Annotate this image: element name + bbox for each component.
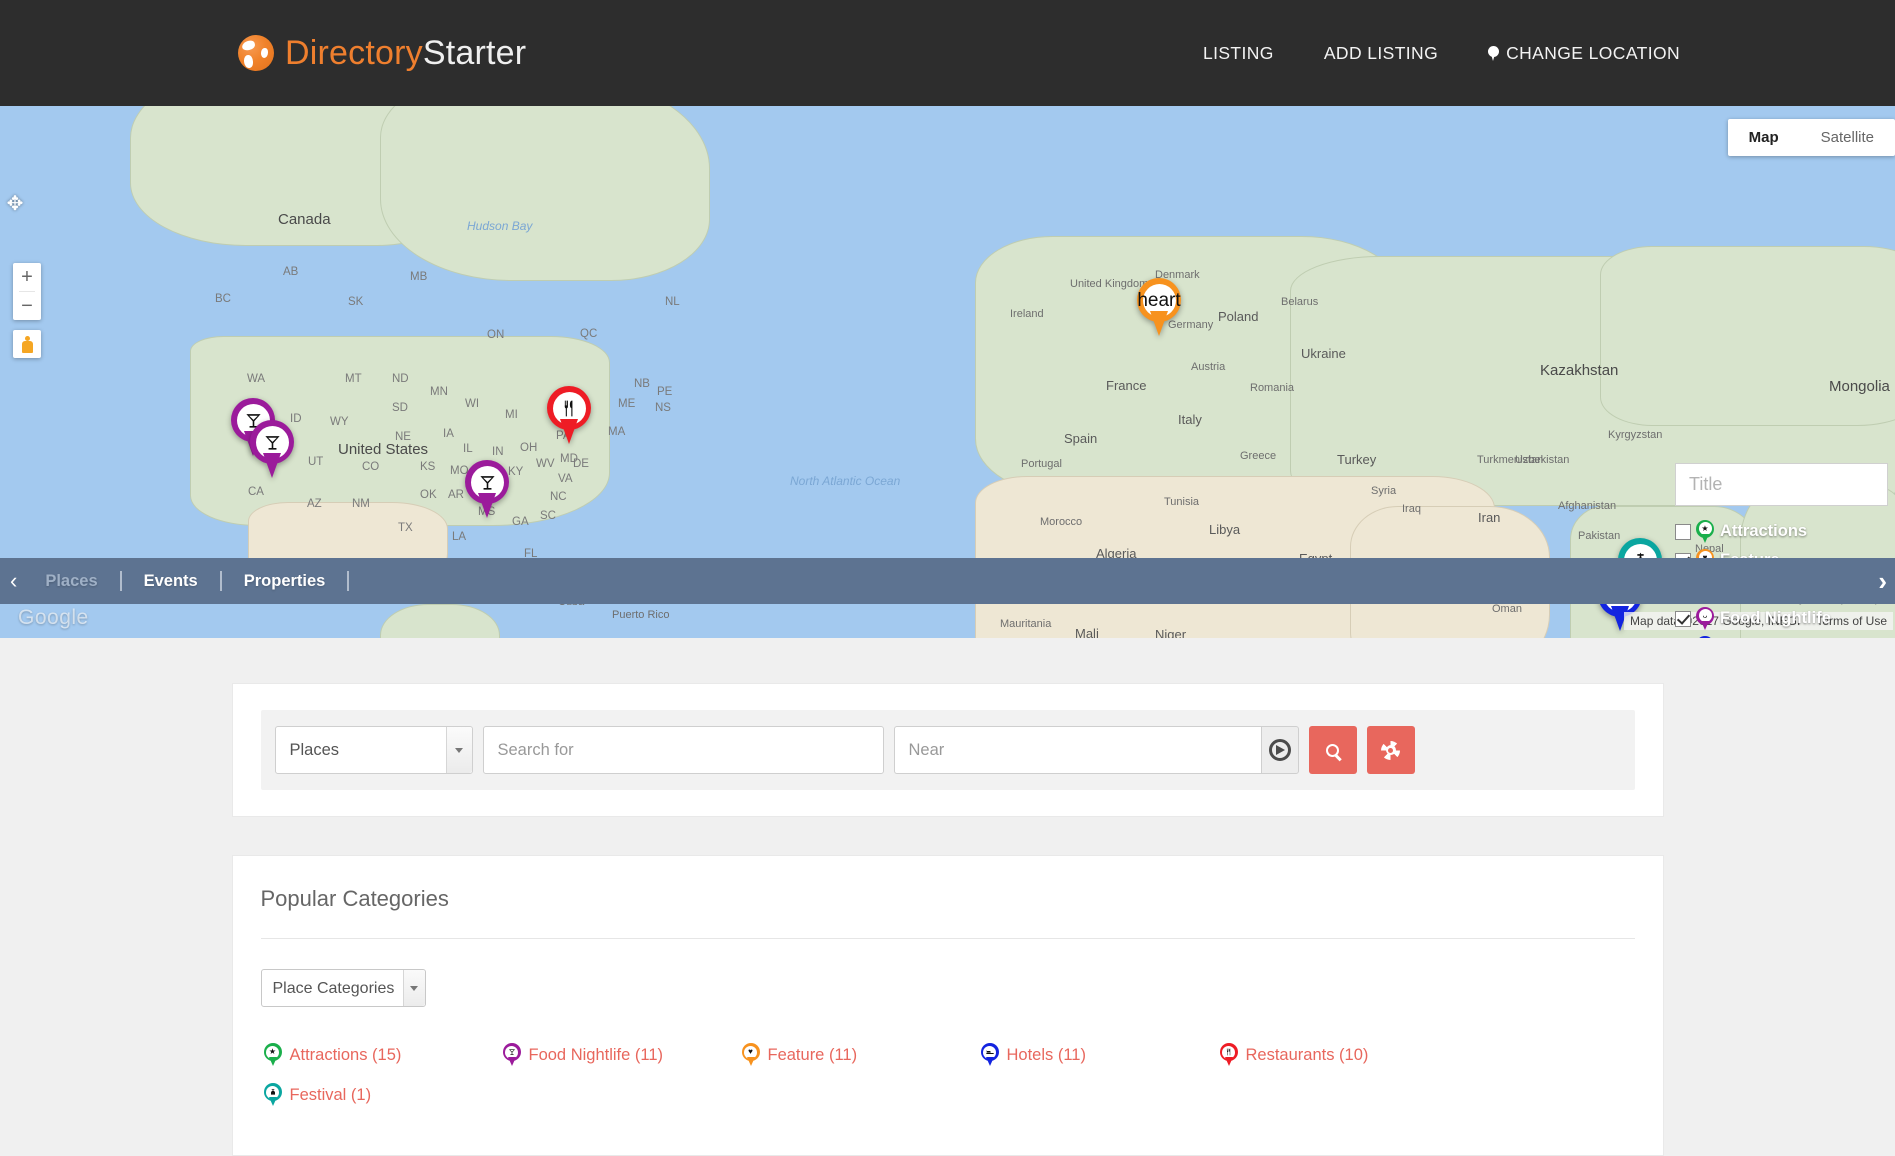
- nav-label-change-location: CHANGE LOCATION: [1506, 42, 1680, 63]
- search-keyword-input[interactable]: [482, 726, 884, 774]
- page-content: PlacesEventsProperties Popular Categorie…: [0, 638, 1895, 1156]
- pin-icon-hotels: [980, 1043, 999, 1067]
- pin-icon-attractions: ★: [1696, 519, 1714, 544]
- tab-divider: [119, 571, 122, 591]
- gear-icon: [1381, 740, 1400, 760]
- pin-icon-attractions: ★: [263, 1043, 282, 1067]
- category-link-restaurants[interactable]: Restaurants (10): [1217, 1035, 1456, 1075]
- map-filter-label: Attractions: [1720, 522, 1808, 540]
- pin-icon-feature: ♥: [741, 1043, 760, 1067]
- category-link-label: Restaurants (10): [1245, 1045, 1369, 1064]
- category-type-select-wrapper[interactable]: Place CategoriesEvent CategoriesProperty…: [260, 969, 426, 1007]
- nav-label-listing: LISTING: [1202, 42, 1274, 63]
- popular-categories-card: Popular Categories Place CategoriesEvent…: [231, 855, 1664, 1156]
- map-type-toggle[interactable]: Map Satellite: [1727, 119, 1895, 156]
- map-filter-row-attractions[interactable]: ★ Attractions: [1675, 517, 1895, 546]
- pin-icon-food-nightlife: [502, 1043, 521, 1067]
- compass-icon[interactable]: [1260, 726, 1299, 774]
- map-type-map[interactable]: Map: [1728, 119, 1800, 156]
- site-header: DirectoryStarter LISTING ADD LISTING CHA…: [0, 0, 1895, 106]
- street-view-pegman-icon[interactable]: [13, 330, 41, 358]
- landmass-mongolia: [1600, 246, 1895, 426]
- category-link-label: Hotels (11): [1006, 1045, 1086, 1064]
- search-form: PlacesEventsProperties: [260, 710, 1635, 790]
- category-link-hotels[interactable]: Hotels (11): [978, 1035, 1217, 1075]
- search-icon: [1326, 743, 1339, 757]
- search-card: PlacesEventsProperties: [231, 683, 1664, 817]
- zoom-controls[interactable]: + −: [13, 263, 41, 320]
- brand-text: DirectoryStarter: [285, 34, 526, 73]
- map-filter-row-food-nightlife[interactable]: ᴗ Food Nightlife: [1675, 604, 1895, 633]
- map-filter-label: Food Nightlife: [1720, 609, 1831, 627]
- food-nightlife-marker-southeast[interactable]: [465, 460, 509, 518]
- category-links-grid[interactable]: ★ Attractions (15) Food Nightlife (11) ♥ Fea…: [261, 1035, 1635, 1115]
- category-link-label: Feature (11): [767, 1045, 858, 1064]
- category-link-food-nightlife[interactable]: Food Nightlife (11): [500, 1035, 739, 1075]
- globe-icon: [238, 35, 274, 71]
- zoom-in-button[interactable]: +: [13, 263, 41, 291]
- zoom-out-button[interactable]: −: [13, 292, 41, 320]
- brand-logo[interactable]: DirectoryStarter: [238, 34, 526, 73]
- fullscreen-icon[interactable]: ✥: [4, 194, 26, 216]
- tabstrip-next-arrow-icon[interactable]: ›: [1878, 566, 1895, 597]
- tab-places[interactable]: Places: [23, 572, 119, 591]
- nav-label-add-listing: ADD LISTING: [1323, 42, 1439, 63]
- map-tab-strip[interactable]: ‹ Places Events Properties ›: [0, 558, 1895, 604]
- map-filter-row-hotels[interactable]: ὬfHotels: [1675, 633, 1895, 638]
- search-type-select-wrapper[interactable]: PlacesEventsProperties: [274, 726, 473, 774]
- category-link-label: Festival (1): [289, 1085, 372, 1104]
- pin-icon-food-nightlife: ᴗ: [1696, 606, 1714, 631]
- landmass-canada-east: [380, 106, 710, 281]
- brand-primary: Directory: [285, 33, 423, 72]
- search-near-group: [893, 726, 1299, 774]
- search-submit-button[interactable]: [1308, 726, 1357, 774]
- search-type-select[interactable]: PlacesEventsProperties: [274, 726, 473, 774]
- search-settings-button[interactable]: [1366, 726, 1415, 774]
- tab-properties[interactable]: Properties: [222, 572, 348, 591]
- restaurants-marker-east[interactable]: [547, 386, 591, 444]
- tab-divider: [219, 571, 222, 591]
- category-type-select[interactable]: Place CategoriesEvent CategoriesProperty…: [260, 969, 426, 1007]
- category-link-label: Food Nightlife (11): [528, 1045, 664, 1064]
- nav-item-add-listing[interactable]: ADD LISTING: [1299, 33, 1463, 74]
- category-link-label: Attractions (15): [289, 1045, 402, 1064]
- tab-events[interactable]: Events: [122, 572, 220, 591]
- pin-icon-restaurants: [1219, 1043, 1238, 1067]
- main-navigation: LISTING ADD LISTING CHANGE LOCATION: [1178, 33, 1705, 74]
- map-type-satellite[interactable]: Satellite: [1800, 119, 1895, 156]
- tab-divider: [347, 571, 350, 591]
- google-watermark: Google: [18, 606, 89, 629]
- category-link-feature[interactable]: ♥ Feature (11): [739, 1035, 978, 1075]
- pin-icon-hotels: Ὤf: [1696, 635, 1714, 638]
- map-filter-panel[interactable]: ★Attractions♥Feature♟FestivalᴗFood Night…: [1675, 463, 1895, 638]
- category-link-attractions[interactable]: ★ Attractions (15): [261, 1035, 500, 1075]
- brand-secondary: Starter: [422, 33, 527, 72]
- pin-icon-festival: [263, 1083, 282, 1107]
- nav-item-listing[interactable]: LISTING: [1178, 33, 1299, 74]
- tabstrip-prev-arrow-icon[interactable]: ‹: [0, 568, 23, 594]
- map-filter-title-input[interactable]: [1675, 463, 1888, 506]
- food-nightlife-marker-west-2[interactable]: [250, 420, 294, 478]
- map-pin-icon: [1488, 45, 1500, 61]
- nav-item-change-location[interactable]: CHANGE LOCATION: [1463, 33, 1705, 74]
- feature-marker-germany[interactable]: heart: [1137, 278, 1181, 336]
- checkbox-attractions[interactable]: [1675, 523, 1691, 540]
- checkbox-food-nightlife[interactable]: [1675, 610, 1691, 627]
- category-link-festival[interactable]: Festival (1): [261, 1075, 500, 1115]
- popular-categories-heading: Popular Categories: [260, 886, 1635, 939]
- search-near-input[interactable]: [893, 726, 1261, 774]
